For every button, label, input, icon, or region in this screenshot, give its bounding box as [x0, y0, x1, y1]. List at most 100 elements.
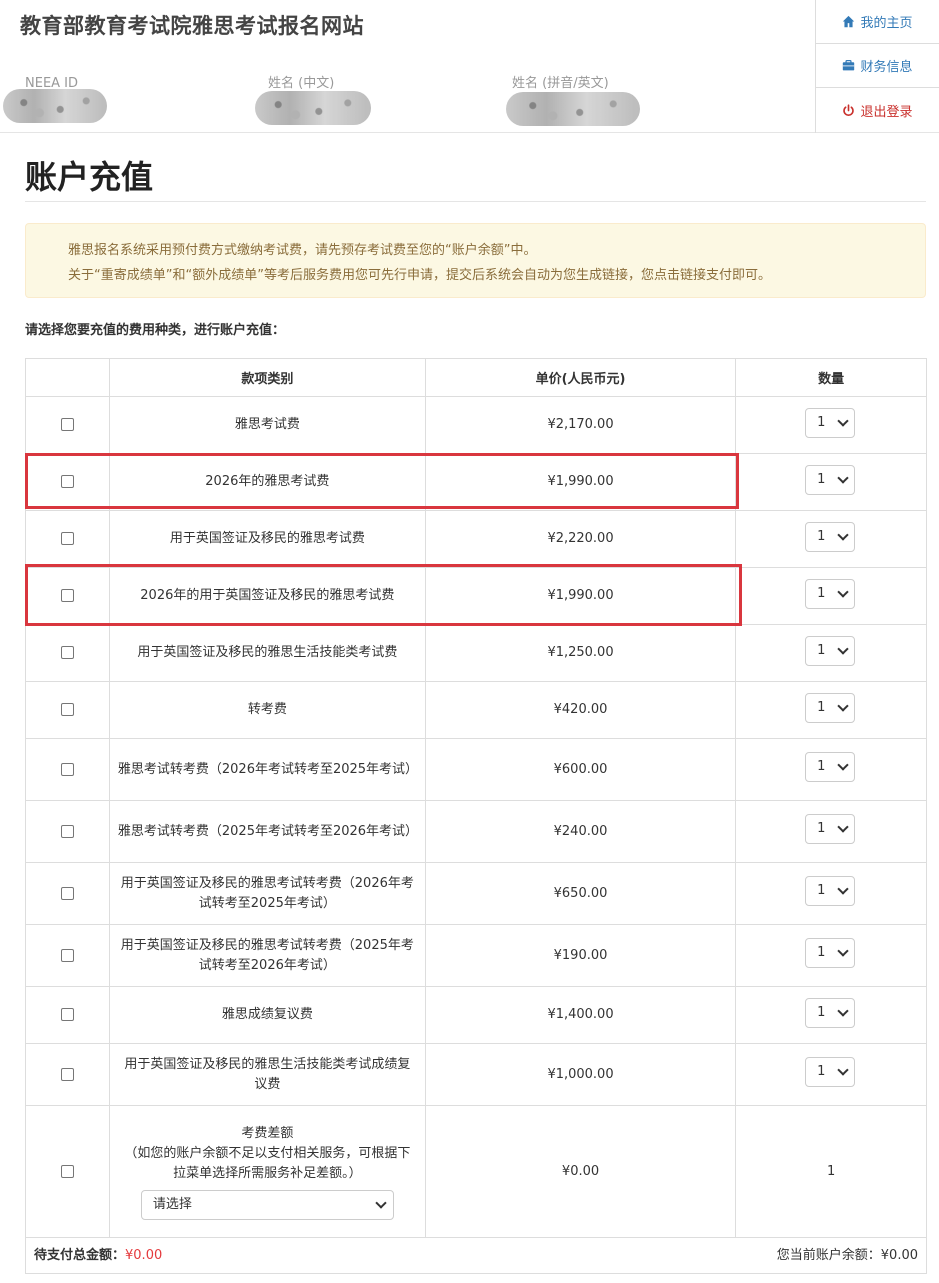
- quantity-value: 1: [817, 585, 826, 601]
- fee-price: ¥0.00: [424, 1105, 737, 1238]
- table-row: 雅思考试费 ¥2,170.00 1: [25, 396, 927, 454]
- row-checkbox-cell: [25, 396, 110, 454]
- row-checkbox[interactable]: [60, 1164, 74, 1178]
- top-nav: 我的主页 财务信息 退出登录: [815, 0, 939, 133]
- fee-name: 用于英国签证及移民的雅思考试转考费（2025年考试转考至2026年考试）: [108, 924, 426, 987]
- chevron-down-icon: [837, 528, 849, 541]
- qty-cell: 1: [735, 738, 927, 801]
- quantity-select[interactable]: 1: [805, 814, 856, 844]
- qty-cell: 1: [735, 986, 927, 1044]
- account-balance: 您当前账户余额：¥0.00: [777, 1246, 918, 1266]
- fee-price: ¥1,990.00: [424, 453, 737, 511]
- row-checkbox[interactable]: [60, 824, 74, 838]
- nav-home[interactable]: 我的主页: [816, 0, 939, 44]
- row-checkbox-cell: [25, 924, 110, 987]
- table-row: 用于英国签证及移民的雅思考试转考费（2026年考试转考至2025年考试） ¥65…: [25, 862, 927, 925]
- row-checkbox[interactable]: [60, 532, 74, 545]
- qty-cell: 1: [735, 800, 927, 863]
- fee-price: ¥1,400.00: [424, 986, 737, 1044]
- fee-price: ¥1,250.00: [424, 624, 737, 682]
- balance-diff-row: 考费差额 （如您的账户余额不足以支付相关服务，可根据下拉菜单选择所需服务补足差额…: [25, 1105, 927, 1238]
- chevron-down-icon: [837, 945, 849, 957]
- fee-price: ¥1,000.00: [424, 1043, 737, 1106]
- service-select[interactable]: 请选择: [140, 1189, 394, 1220]
- pinyin-name-label: 姓名 (拼音/英文): [512, 76, 609, 91]
- fee-name: 雅思考试转考费（2026年考试转考至2025年考试）: [108, 738, 426, 801]
- balance-label: 您当前账户余额：: [776, 1247, 881, 1263]
- chevron-down-icon: [837, 642, 849, 655]
- quantity-select[interactable]: 1: [805, 1057, 856, 1087]
- row-checkbox[interactable]: [60, 418, 74, 431]
- row-checkbox[interactable]: [60, 589, 74, 602]
- total-label: 待支付总金额：: [34, 1247, 126, 1263]
- header-unit-price: 单价(人民币元): [424, 358, 737, 397]
- quantity-select[interactable]: 1: [805, 464, 856, 495]
- row-checkbox-cell: [25, 738, 110, 801]
- row-checkbox[interactable]: [60, 1008, 74, 1021]
- site-title: 教育部教育考试院雅思考试报名网站: [20, 14, 364, 38]
- row-checkbox-cell: [25, 510, 110, 568]
- quantity-select[interactable]: 1: [805, 578, 856, 609]
- fee-name: 雅思考试费: [108, 396, 426, 454]
- row-checkbox-cell: [25, 624, 110, 682]
- chevron-down-icon: [837, 821, 849, 833]
- quantity-value: 1: [817, 759, 826, 774]
- fee-name: 用于英国签证及移民的雅思生活技能类考试费: [108, 624, 426, 682]
- row-checkbox[interactable]: [60, 703, 74, 716]
- redacted-pinyin-name: [506, 92, 640, 126]
- table-row: 2026年的雅思考试费 ¥1,990.00 1: [25, 453, 927, 511]
- footer-cell: 待支付总金额： ¥0.00 您当前账户余额：¥0.00: [25, 1237, 927, 1274]
- instruction-text: 请选择您要充值的费用种类，进行账户充值：: [25, 323, 286, 338]
- quantity-select[interactable]: 1: [805, 692, 856, 723]
- fee-price: ¥1,990.00: [424, 567, 737, 625]
- fee-name: 用于英国签证及移民的雅思考试转考费（2026年考试转考至2025年考试）: [108, 862, 426, 925]
- quantity-value: 1: [817, 1004, 826, 1020]
- qty-cell: 1: [735, 396, 927, 454]
- nav-logout-label: 退出登录: [860, 105, 913, 120]
- home-icon: [843, 15, 855, 28]
- notice-alert: 雅思报名系统采用预付费方式缴纳考试费，请先预存考试费至您的“账户余额”中。 关于…: [25, 223, 926, 298]
- balance-value: ¥0.00: [880, 1247, 918, 1263]
- row-checkbox[interactable]: [60, 886, 74, 900]
- row-checkbox[interactable]: [60, 646, 74, 659]
- quantity-select[interactable]: 1: [805, 635, 856, 666]
- row-checkbox[interactable]: [60, 1067, 74, 1081]
- fee-price: ¥190.00: [424, 924, 737, 987]
- quantity-select[interactable]: 1: [805, 521, 856, 552]
- header-category: 款项类别: [108, 358, 426, 397]
- fee-price: ¥2,220.00: [424, 510, 737, 568]
- table-row: 用于英国签证及移民的雅思考试转考费（2025年考试转考至2026年考试） ¥19…: [25, 924, 927, 987]
- balance-diff-title: 考费差额: [241, 1125, 294, 1141]
- qty-cell: 1: [735, 567, 927, 625]
- row-checkbox-cell: [25, 1105, 110, 1238]
- fee-table: 款项类别 单价(人民币元) 数量 雅思考试费 ¥2,170.00 1 2026年…: [25, 358, 927, 1274]
- table-row: 雅思成绩复议费 ¥1,400.00 1: [25, 986, 927, 1044]
- quantity-select[interactable]: 1: [805, 997, 856, 1028]
- fee-name: 用于英国签证及移民的雅思考试费: [108, 510, 426, 568]
- quantity-value: 1: [735, 1105, 927, 1238]
- quantity-value: 1: [817, 471, 826, 487]
- row-checkbox-cell: [25, 1043, 110, 1106]
- title-divider: [25, 201, 926, 202]
- chevron-down-icon: [837, 883, 849, 895]
- row-checkbox-cell: [25, 681, 110, 739]
- quantity-select[interactable]: 1: [805, 407, 856, 438]
- qty-cell: 1: [735, 510, 927, 568]
- quantity-select[interactable]: 1: [805, 876, 856, 906]
- table-row: 雅思考试转考费（2026年考试转考至2025年考试） ¥600.00 1: [25, 738, 927, 801]
- row-checkbox-cell: [25, 453, 110, 511]
- row-checkbox[interactable]: [60, 948, 74, 962]
- page-header: 教育部教育考试院雅思考试报名网站 NEEA ID 姓名 (中文) 姓名 (拼音/…: [0, 0, 939, 133]
- nav-finance[interactable]: 财务信息: [816, 44, 939, 88]
- chevron-down-icon: [837, 1064, 849, 1076]
- row-checkbox[interactable]: [60, 762, 74, 776]
- row-checkbox[interactable]: [60, 475, 74, 488]
- chevron-down-icon: [375, 1196, 387, 1209]
- qty-cell: 1: [735, 1043, 927, 1106]
- fee-name: 2026年的雅思考试费: [108, 453, 426, 511]
- quantity-select[interactable]: 1: [805, 938, 856, 968]
- nav-logout[interactable]: 退出登录: [816, 88, 939, 133]
- nav-home-label: 我的主页: [860, 16, 913, 31]
- quantity-select[interactable]: 1: [805, 752, 856, 782]
- table-row: 用于英国签证及移民的雅思生活技能类考试成绩复议费 ¥1,000.00 1: [25, 1043, 927, 1106]
